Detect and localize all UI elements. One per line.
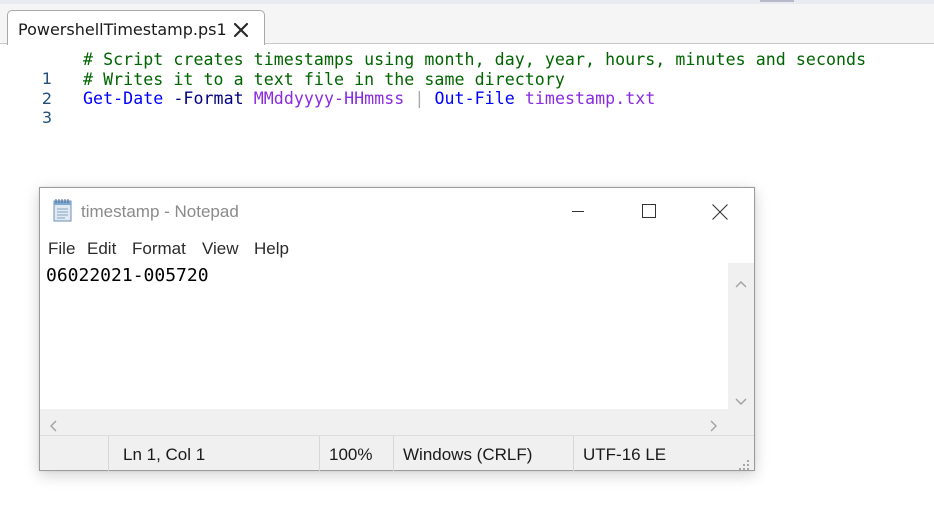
menu-format[interactable]: Format xyxy=(132,239,186,259)
scroll-right-icon[interactable] xyxy=(710,417,718,436)
code-token: MMddyyyy-HHmmss xyxy=(253,89,405,108)
code-line-1: 1 # Script creates timestamps using mont… xyxy=(0,50,866,88)
status-encoding: UTF-16 LE xyxy=(583,445,667,464)
maximize-button[interactable] xyxy=(614,188,684,232)
menu-view[interactable]: View xyxy=(202,239,239,259)
menu-help[interactable]: Help xyxy=(254,239,289,259)
minimize-button[interactable] xyxy=(543,188,613,232)
code-token: # Writes it to a text file in the same d… xyxy=(83,70,565,89)
code-text: Get-Date -Format MMddyyyy-HHmmss | Out-F… xyxy=(83,89,655,108)
code-token: | xyxy=(414,89,425,108)
window-title: timestamp - Notepad xyxy=(81,202,239,221)
text-area[interactable]: 06022021-005720 xyxy=(46,265,209,286)
vertical-scrollbar[interactable] xyxy=(728,263,754,409)
notepad-icon xyxy=(52,198,74,222)
code-token: Out-File xyxy=(434,89,515,108)
code-line-3: 3 Get-Date -Format MMddyyyy-HHmmss | Out… xyxy=(0,89,656,127)
code-token: # Script creates timestamps using month,… xyxy=(83,50,867,69)
close-icon[interactable] xyxy=(233,22,249,38)
code-token: -Format xyxy=(173,89,244,108)
close-button[interactable] xyxy=(684,188,754,232)
horizontal-scrollbar[interactable] xyxy=(40,409,728,435)
status-bar: Ln 1, Col 1 100% Windows (CRLF) UTF-16 L… xyxy=(40,435,754,471)
scroll-left-icon[interactable] xyxy=(49,417,57,436)
scroll-corner xyxy=(728,409,754,435)
script-editor[interactable]: 1 # Script creates timestamps using mont… xyxy=(0,45,934,185)
script-tab[interactable]: PowershellTimestamp.ps1 xyxy=(7,10,265,45)
code-text: # Writes it to a text file in the same d… xyxy=(83,70,565,89)
line-number: 3 xyxy=(41,108,52,127)
status-zoom: 100% xyxy=(329,445,373,464)
code-text: # Script creates timestamps using month,… xyxy=(83,50,866,69)
script-tab-strip: PowershellTimestamp.ps1 xyxy=(0,0,934,45)
tabstrip-top-line xyxy=(0,0,934,4)
minimize-icon xyxy=(572,211,584,212)
code-token: Get-Date xyxy=(83,89,164,108)
script-tab-title: PowershellTimestamp.ps1 xyxy=(18,20,227,39)
menu-file[interactable]: File xyxy=(48,239,75,259)
code-line-2: 2 # Writes it to a text file in the same… xyxy=(0,70,565,108)
code-token: timestamp.txt xyxy=(524,89,656,108)
close-icon xyxy=(712,204,728,220)
notepad-window[interactable]: timestamp - Notepad File Edit Format Vie… xyxy=(39,187,755,471)
status-position: Ln 1, Col 1 xyxy=(123,445,206,464)
maximize-icon xyxy=(642,204,656,218)
menu-edit[interactable]: Edit xyxy=(87,239,116,259)
scroll-down-icon[interactable] xyxy=(735,391,747,410)
menu-bar: File Edit Format View Help xyxy=(40,236,754,260)
resize-grip-icon[interactable] xyxy=(738,456,750,470)
status-line-ending: Windows (CRLF) xyxy=(403,445,533,464)
scroll-up-icon[interactable] xyxy=(735,273,747,292)
